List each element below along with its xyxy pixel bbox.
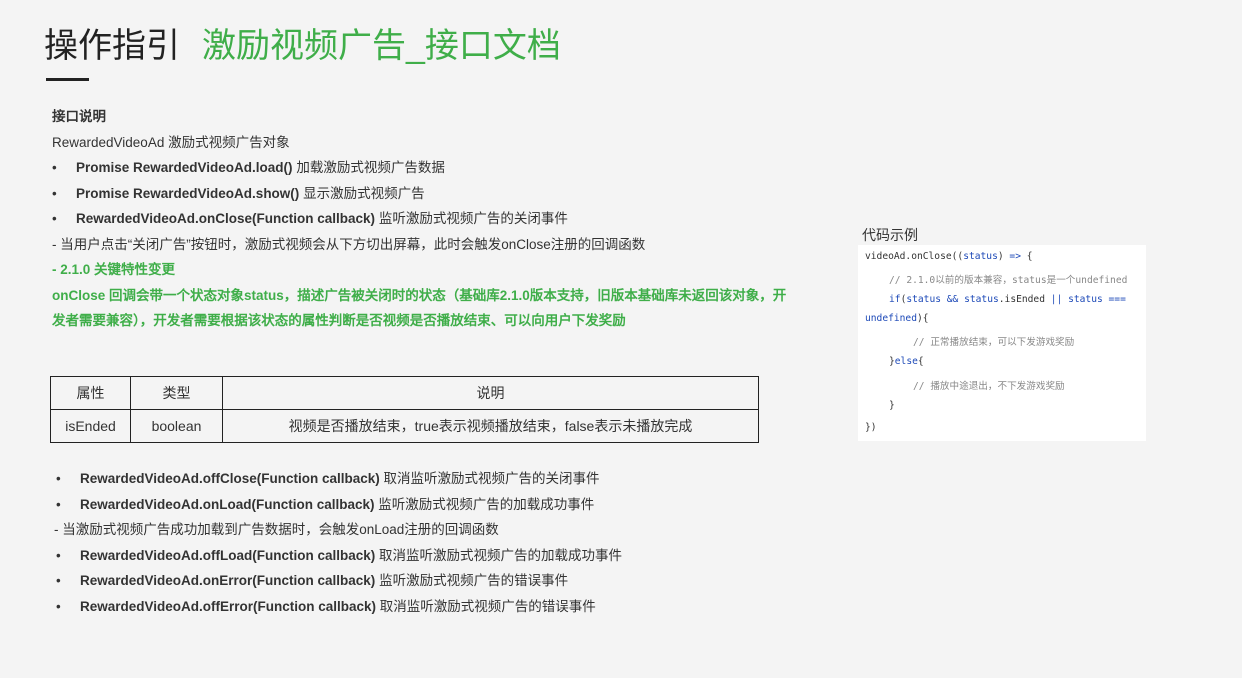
code-token: status <box>963 251 998 262</box>
version-desc-line-2: 发者需要兼容），开发者需要根据该状态的属性判断是否视频是否播放结束、可以向用户下… <box>52 313 626 328</box>
method-item: • RewardedVideoAd.onLoad(Function callbac… <box>56 492 622 518</box>
code-line: }else{ <box>889 356 924 367</box>
method-item: • Promise RewardedVideoAd.show() 显示激励式视频广… <box>52 181 812 207</box>
method-name: RewardedVideoAd.offLoad(Function callbac… <box>80 547 376 563</box>
method-desc: 取消监听激励式视频广告的加载成功事件 <box>375 547 623 563</box>
method-name: RewardedVideoAd.offClose(Function callba… <box>80 471 380 486</box>
code-token: { <box>917 356 924 367</box>
method-name: RewardedVideoAd.onClose(Function callbac… <box>76 211 376 226</box>
bullet-icon: • <box>56 496 61 512</box>
code-comment: // 正常播放结束，可以下发游戏奖励 <box>913 337 1075 348</box>
code-token: && <box>941 294 965 305</box>
title-sub: 激励视频广告_接口文档 <box>202 27 561 65</box>
method-desc: 监听激励式视频广告的错误事件 <box>375 573 569 588</box>
title-underline <box>46 78 89 81</box>
code-line: undefined){ <box>865 313 929 324</box>
code-token: videoAd.onClose(( <box>865 251 964 262</box>
code-line: if(status && status.isEnded || status ==… <box>889 294 1126 305</box>
bullet-icon: • <box>56 547 61 563</box>
bullet-icon: • <box>52 160 57 175</box>
section-label: 接口说明 <box>52 109 106 124</box>
method-name: Promise RewardedVideoAd.show() <box>76 185 300 201</box>
method-item: • RewardedVideoAd.offError(Function callb… <box>56 594 622 620</box>
code-comment: // 2.1.0以前的版本兼容，status是一个undefined <box>889 275 1128 286</box>
bullet-icon: • <box>56 598 61 614</box>
method-desc: 监听激励式视频广告的加载成功事件 <box>374 496 595 512</box>
table-cell: 视频是否播放结束，true表示视频播放结束，false表示未播放完成 <box>222 409 759 443</box>
title-main: 操作指引 <box>44 27 180 65</box>
bullet-icon: • <box>56 573 61 588</box>
method-item: • RewardedVideoAd.offLoad(Function callba… <box>56 543 622 569</box>
code-line: } <box>889 400 895 411</box>
method-name: RewardedVideoAd.onLoad(Function callback… <box>80 496 375 512</box>
code-token: undefined <box>865 313 917 324</box>
code-token: { <box>1020 251 1033 262</box>
code-token: else <box>894 356 918 367</box>
table-header-cell: 属性 <box>50 376 131 410</box>
method-item: • RewardedVideoAd.onClose(Function callba… <box>52 206 812 232</box>
code-token: status <box>964 294 999 305</box>
version-desc-line-1: onClose 回调会带一个状态对象status，描述广告被关闭时的状态（基础库… <box>52 287 787 303</box>
method-item: • RewardedVideoAd.onError(Function callba… <box>56 568 622 594</box>
code-example: videoAd.onClose((status) => { // 2.1.0以前… <box>858 245 1146 441</box>
version-label: - 2.1.0 关键特性变更 <box>52 262 176 277</box>
code-token: => <box>1009 251 1021 262</box>
method-name: Promise RewardedVideoAd.load() <box>76 160 293 175</box>
object-description: RewardedVideoAd 激励式视频广告对象 <box>52 134 290 150</box>
table-header-cell: 说明 <box>222 376 759 410</box>
table-cell: boolean <box>130 409 223 443</box>
code-token: ){ <box>916 313 929 324</box>
code-token: status === <box>1062 294 1126 305</box>
method-desc: 取消监听激励式视频广告的关闭事件 <box>379 471 600 486</box>
code-token: .isEnded <box>998 294 1051 305</box>
bullet-icon: • <box>52 185 57 201</box>
method-item: • RewardedVideoAd.offClose(Function callb… <box>56 466 622 492</box>
table-row: isEnded boolean 视频是否播放结束，true表示视频播放结束，fa… <box>50 409 759 443</box>
method-desc: 取消监听激励式视频广告的错误事件 <box>376 598 596 614</box>
code-comment: // 播放中途退出，不下发游戏奖励 <box>913 381 1065 392</box>
code-line: }) <box>865 422 877 433</box>
code-token: ) <box>997 251 1010 262</box>
bullet-icon: • <box>52 211 57 226</box>
property-table: 属性 类型 说明 isEnded boolean 视频是否播放结束，true表示… <box>50 376 759 443</box>
table-cell: isEnded <box>50 409 131 443</box>
table-header-cell: 类型 <box>130 376 223 410</box>
code-token: || <box>1050 294 1063 305</box>
more-methods: • RewardedVideoAd.offClose(Function callb… <box>54 466 622 620</box>
code-line: videoAd.onClose((status) => { <box>865 251 1033 262</box>
code-token: status <box>906 294 941 305</box>
method-desc: 显示激励式视频广告 <box>299 185 425 201</box>
method-desc: 加载激励式视频广告数据 <box>292 160 445 175</box>
method-name: RewardedVideoAd.onError(Function callbac… <box>80 573 376 588</box>
table-header-row: 属性 类型 说明 <box>50 376 759 410</box>
interface-description: 接口说明 RewardedVideoAd 激励式视频广告对象 • Promise … <box>52 104 812 334</box>
code-token: if <box>889 294 901 305</box>
page-title: 操作指引 激励视频广告_接口文档 <box>44 24 561 68</box>
onclose-note: - 当用户点击“关闭广告”按钮时，激励式视频会从下方切出屏幕，此时会触发onCl… <box>52 236 646 252</box>
code-caption: 代码示例 <box>862 227 918 243</box>
bullet-icon: • <box>56 471 61 486</box>
method-name: RewardedVideoAd.offError(Function callba… <box>80 598 377 614</box>
onload-note: - 当激励式视频广告成功加载到广告数据时，会触发onLoad注册的回调函数 <box>54 522 499 537</box>
method-desc: 监听激励式视频广告的关闭事件 <box>375 211 568 226</box>
method-item: • Promise RewardedVideoAd.load() 加载激励式视频广… <box>52 155 812 181</box>
